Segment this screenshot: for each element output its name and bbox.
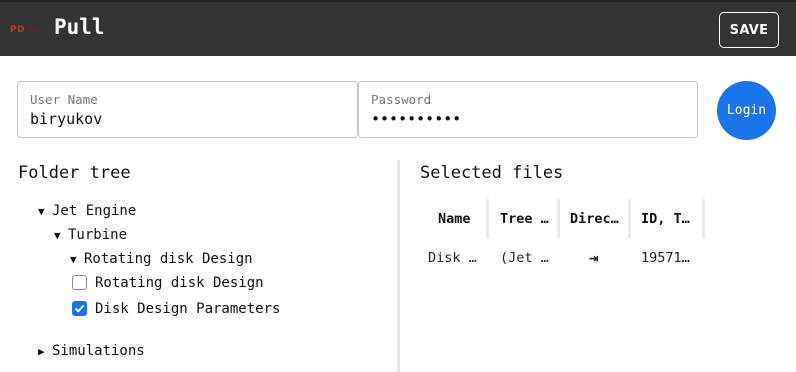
app-bar: PDTec Pull SAVE <box>0 0 796 56</box>
password-value[interactable]: •••••••••• <box>371 110 461 128</box>
direction-arrow-icon[interactable]: ⇥ <box>589 248 599 267</box>
tree-leaf-rotating-disk-design[interactable]: Rotating disk Design <box>95 275 264 291</box>
username-label: User Name <box>30 92 98 107</box>
tree-node-turbine[interactable]: ▼ Turbine <box>54 227 127 243</box>
collapsed-triangle-icon[interactable]: ▶ <box>38 345 52 358</box>
login-button[interactable]: Login <box>717 81 776 140</box>
column-header-id[interactable]: ID, T… <box>631 199 705 238</box>
tree-node-jet-engine[interactable]: ▼ Jet Engine <box>38 203 136 219</box>
expanded-triangle-icon[interactable]: ▼ <box>54 229 68 242</box>
checkbox-disk-design-parameters[interactable] <box>72 301 87 316</box>
checkbox-rotating-disk-design[interactable] <box>72 275 87 290</box>
cell-tree[interactable]: (Jet … <box>500 250 549 266</box>
tree-node-rotating-disk-design[interactable]: ▼ Rotating disk Design <box>70 251 253 267</box>
expanded-triangle-icon[interactable]: ▼ <box>38 205 52 218</box>
tree-leaf-disk-design-parameters[interactable]: Disk Design Parameters <box>95 301 280 317</box>
folder-tree-title: Folder tree <box>18 163 131 183</box>
column-header-tree[interactable]: Tree … <box>489 199 560 238</box>
tree-node-simulations[interactable]: ▶ Simulations <box>38 343 145 359</box>
username-value[interactable]: biryukov <box>30 110 102 128</box>
expanded-triangle-icon[interactable]: ▼ <box>70 253 84 266</box>
panel-divider[interactable] <box>397 160 400 372</box>
save-button[interactable]: SAVE <box>719 12 779 48</box>
app-logo: PDTec <box>10 25 42 35</box>
check-icon <box>74 304 85 313</box>
cell-id[interactable]: 19571… <box>641 250 690 266</box>
column-header-direction[interactable]: Direc… <box>560 199 631 238</box>
column-header-name[interactable]: Name <box>428 199 489 238</box>
username-field[interactable]: User Name biryukov <box>17 81 358 138</box>
app-title: Pull <box>54 15 105 39</box>
cell-name[interactable]: Disk … <box>428 250 477 266</box>
password-field[interactable]: Password •••••••••• <box>358 81 698 138</box>
password-label: Password <box>371 92 432 107</box>
selected-files-title: Selected files <box>420 163 564 183</box>
